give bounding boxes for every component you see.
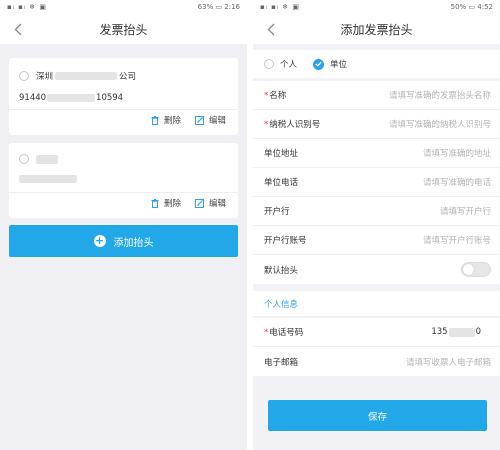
- email-input[interactable]: 请填写收票人电子邮箱: [406, 356, 491, 368]
- required-mark: *: [264, 91, 269, 101]
- field-label: 电话号码: [269, 328, 304, 338]
- field-label: 电子邮箱: [264, 357, 299, 368]
- select-radio[interactable]: [19, 154, 29, 164]
- tax-id-input[interactable]: 请填写准确的纳税人识别号: [389, 118, 491, 130]
- page-title: 发票抬头: [99, 22, 148, 37]
- plus-icon: +: [93, 234, 106, 247]
- redacted-text: [55, 72, 118, 80]
- company-name-suffix: 公司: [119, 72, 137, 82]
- field-label: 开户行: [264, 207, 290, 217]
- delete-button[interactable]: 删除: [151, 197, 181, 209]
- add-header-button[interactable]: + 添加抬头: [9, 225, 238, 257]
- company-form: *名称 请填写准确的发票抬头名称 *纳税人识别号 请填写准确的纳税人识别号 单位…: [253, 81, 500, 284]
- bank-input[interactable]: 请填写开户行: [440, 205, 491, 217]
- default-header-toggle[interactable]: [461, 262, 491, 277]
- invoice-header-card[interactable]: 删除 编辑: [9, 143, 238, 218]
- add-header-label: 添加抬头: [113, 237, 154, 249]
- nav-bar: 发票抬头: [0, 14, 247, 44]
- select-radio[interactable]: [19, 71, 29, 81]
- status-bar: ▪ₗ ▪ₗ ❄ ▣ 63% ▭ 2:16: [0, 0, 247, 14]
- field-label: 单位电话: [264, 178, 299, 188]
- add-invoice-header-screen: ▪ₗ ▪ₗ ❄ ▣ 50% ▭ 4:52 添加发票抬头 个人 单位 *名称 请填…: [253, 0, 500, 450]
- edit-icon: [194, 198, 204, 208]
- chevron-left-icon: [267, 23, 275, 35]
- redacted-text: [448, 327, 475, 337]
- required-mark: *: [264, 328, 269, 338]
- mobile-input[interactable]: 135 0: [431, 327, 481, 337]
- field-label: 开户行账号: [264, 236, 307, 246]
- redacted-text: [36, 154, 58, 164]
- form-row-bank-account[interactable]: 开户行账号 请填写开户行账号: [253, 226, 500, 255]
- edit-button[interactable]: 编辑: [194, 197, 226, 209]
- back-button[interactable]: [263, 21, 279, 37]
- delete-label: 删除: [163, 116, 181, 126]
- edit-label: 编辑: [208, 116, 226, 126]
- card-actions: 删除 编辑: [137, 114, 226, 126]
- field-label: 名称: [269, 91, 287, 101]
- section-personal-info: 个人信息: [253, 291, 500, 317]
- edit-button[interactable]: 编辑: [194, 114, 226, 126]
- toggle-knob: [463, 264, 474, 275]
- tax-id-prefix: 91440: [19, 93, 47, 103]
- edit-label: 编辑: [208, 199, 226, 209]
- field-label: 默认抬头: [264, 265, 299, 276]
- field-label: 单位地址: [264, 149, 299, 159]
- delete-button[interactable]: 删除: [151, 114, 181, 126]
- form-row-name[interactable]: *名称 请填写准确的发票抬头名称: [253, 81, 500, 110]
- field-label: 纳税人识别号: [269, 120, 321, 130]
- card-divider: [9, 109, 238, 110]
- type-option-company[interactable]: 单位: [313, 58, 347, 70]
- status-right: 63% ▭ 2:16: [197, 3, 240, 11]
- form-row-default: 默认抬头: [253, 255, 500, 284]
- form-row-tax-id[interactable]: *纳税人识别号 请填写准确的纳税人识别号: [253, 110, 500, 139]
- redacted-text: [47, 94, 96, 102]
- page-title: 添加发票抬头: [340, 22, 413, 37]
- type-option-label: 个人: [280, 60, 298, 70]
- status-bar: ▪ₗ ▪ₗ ❄ ▣ 50% ▭ 4:52: [253, 0, 500, 14]
- company-name-prefix: 深圳: [36, 72, 54, 82]
- status-icons: ▪ₗ ▪ₗ ❄ ▣: [260, 3, 300, 11]
- back-button[interactable]: [10, 21, 26, 37]
- nav-bar: 添加发票抬头: [253, 14, 500, 44]
- bank-account-input[interactable]: 请填写开户行账号: [423, 234, 491, 246]
- invoice-header-card[interactable]: 深圳 公司 91440 10594 删除 编辑: [9, 58, 238, 135]
- screenshot-canvas: ▪ₗ ▪ₗ ❄ ▣ 63% ▭ 2:16 发票抬头 深圳 公司 91440 10…: [0, 0, 500, 450]
- form-row-bank[interactable]: 开户行 请填写开户行: [253, 197, 500, 226]
- required-mark: *: [264, 120, 269, 130]
- status-right: 50% ▭ 4:52: [450, 3, 493, 11]
- redacted-text: [19, 175, 77, 183]
- mobile-prefix: 135: [431, 327, 448, 337]
- check-circle-icon: [313, 58, 325, 70]
- status-icons: ▪ₗ ▪ₗ ❄ ▣: [7, 3, 47, 11]
- form-row-address[interactable]: 单位地址 请填写准确的地址: [253, 139, 500, 168]
- delete-label: 删除: [163, 199, 181, 209]
- header-type-selector: 个人 单位: [253, 50, 500, 78]
- address-input[interactable]: 请填写准确的地址: [423, 147, 491, 159]
- name-input[interactable]: 请填写准确的发票抬头名称: [389, 89, 491, 101]
- trash-icon: [151, 115, 159, 125]
- type-option-personal[interactable]: 个人: [264, 58, 297, 70]
- edit-icon: [194, 115, 204, 125]
- save-button[interactable]: 保存: [268, 400, 487, 431]
- tax-id-suffix: 10594: [96, 93, 124, 103]
- company-phone-input[interactable]: 请填写准确的电话: [423, 176, 491, 188]
- invoice-header-list-screen: ▪ₗ ▪ₗ ❄ ▣ 63% ▭ 2:16 发票抬头 深圳 公司 91440 10…: [0, 0, 247, 450]
- form-row-phone[interactable]: 单位电话 请填写准确的电话: [253, 168, 500, 197]
- type-option-label: 单位: [330, 60, 348, 70]
- personal-form: *电话号码 135 0 电子邮箱 请填写收票人电子邮箱: [253, 318, 500, 376]
- trash-icon: [151, 198, 159, 208]
- form-row-mobile[interactable]: *电话号码 135 0: [253, 318, 500, 347]
- chevron-left-icon: [14, 23, 22, 35]
- radio-unselected-icon: [264, 59, 274, 69]
- mobile-suffix: 0: [475, 327, 481, 337]
- form-row-email[interactable]: 电子邮箱 请填写收票人电子邮箱: [253, 347, 500, 376]
- card-divider: [9, 192, 238, 193]
- card-actions: 删除 编辑: [137, 197, 226, 209]
